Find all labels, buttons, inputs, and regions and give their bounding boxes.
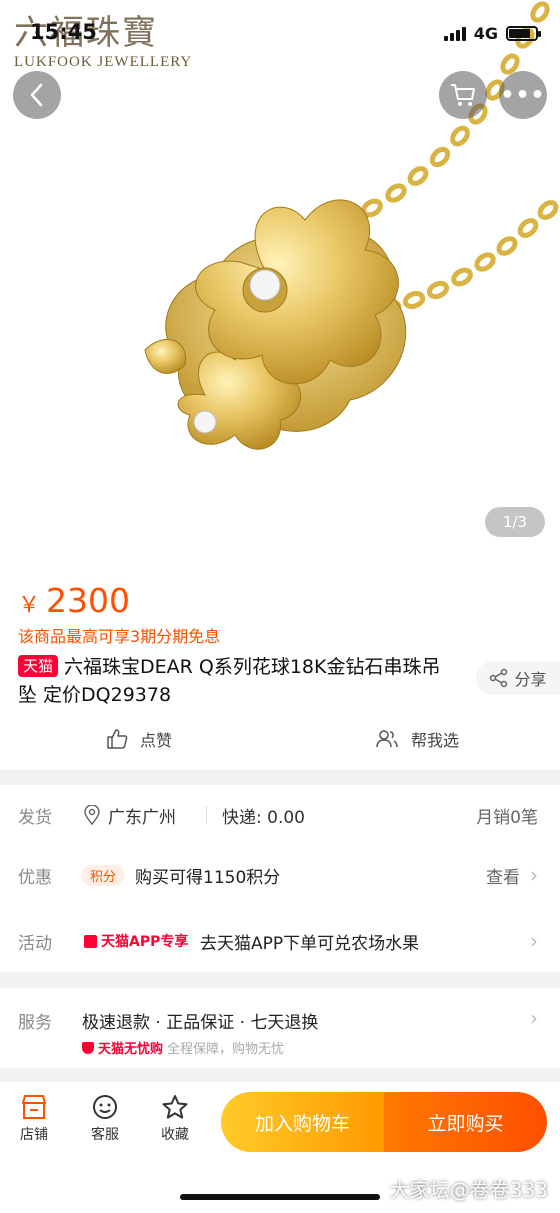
view-label: 查看 bbox=[486, 867, 520, 888]
service-row[interactable]: 服务 极速退款 · 正品保证 · 七天退换 天猫无忧购 全程保障，购物无忧 › bbox=[0, 988, 560, 1068]
installment-note: 该商品最高可享3期分期免息 bbox=[18, 627, 221, 646]
shipping-fee: 快递: 0.00 bbox=[222, 807, 305, 828]
favorite-tab[interactable]: 收藏 bbox=[145, 1094, 205, 1144]
tmall-tag: 天猫 bbox=[18, 655, 59, 677]
share-label: 分享 bbox=[514, 670, 547, 689]
product-title-text: 六福珠宝DEAR Q系列花球18K金钻石串珠吊坠 定价DQ29378 bbox=[18, 656, 441, 706]
status-indicators: 4G bbox=[443, 24, 541, 43]
price-value: 2300 bbox=[46, 581, 130, 620]
activity-text: 去天猫APP下单可兑农场水果 bbox=[200, 933, 420, 954]
tmall-app-tag: 天猫APP专享 bbox=[84, 931, 188, 951]
status-time: 15:45 bbox=[30, 20, 97, 44]
monthly-sales: 月销0笔 bbox=[476, 807, 538, 828]
favorite-tab-label: 收藏 bbox=[161, 1127, 189, 1143]
shop-tab[interactable]: 店铺 bbox=[4, 1094, 64, 1144]
signal-icon bbox=[443, 26, 466, 41]
share-icon bbox=[490, 668, 508, 688]
delivery-row: 发货 广东广州 快递: 0.00 月销0笔 bbox=[0, 785, 560, 845]
guarantee-text: 全程保障，购物无忧 bbox=[167, 1042, 285, 1057]
add-to-cart-button[interactable]: 加入购物车 bbox=[221, 1092, 384, 1152]
back-button[interactable] bbox=[13, 71, 61, 119]
delivery-label: 发货 bbox=[18, 807, 52, 828]
service-icon bbox=[93, 1095, 117, 1119]
product-title: 天猫 六福珠宝DEAR Q系列花球18K金钻石串珠吊坠 定价DQ29378 bbox=[18, 653, 458, 709]
bottom-action-bar: 店铺 客服 收藏 加入购物车 立即购买 大家坛@卷卷333 bbox=[0, 1082, 560, 1213]
back-icon bbox=[30, 83, 43, 107]
pendant bbox=[144, 199, 407, 450]
home-indicator[interactable] bbox=[180, 1194, 380, 1200]
price-currency: ￥ bbox=[18, 593, 41, 618]
promo-label: 优惠 bbox=[18, 867, 52, 888]
more-button[interactable]: ••• bbox=[499, 71, 547, 119]
chevron-right-icon: › bbox=[530, 929, 538, 953]
ship-from: 广东广州 bbox=[84, 803, 176, 828]
image-counter: 1/3 bbox=[485, 507, 545, 537]
service-items: 极速退款 · 正品保证 · 七天退换 bbox=[82, 1013, 319, 1033]
product-info: ￥ 2300 该商品最高可享3期分期免息 天猫 六福珠宝DEAR Q系列花球18K… bbox=[0, 565, 560, 770]
service-tab-label: 客服 bbox=[91, 1127, 119, 1143]
users-icon bbox=[376, 730, 398, 748]
promo-row[interactable]: 优惠 积分 购买可得1150积分 查看 › bbox=[0, 845, 560, 905]
like-button[interactable]: 点赞 bbox=[106, 727, 172, 751]
service-label: 服务 bbox=[18, 1013, 52, 1033]
like-label: 点赞 bbox=[140, 731, 173, 750]
tmall-app-tag-label: 天猫APP专享 bbox=[101, 934, 189, 950]
ship-location: 广东广州 bbox=[108, 807, 176, 828]
divider bbox=[206, 806, 207, 824]
more-icon: ••• bbox=[500, 82, 546, 108]
price: ￥ 2300 bbox=[18, 581, 130, 620]
chevron-right-icon: › bbox=[530, 863, 538, 887]
watermark: 大家坛@卷卷333 bbox=[389, 1178, 548, 1202]
activity-row[interactable]: 活动 天猫APP专享 去天猫APP下单可兑农场水果 › bbox=[0, 911, 560, 971]
points-text: 购买可得1150积分 bbox=[135, 867, 281, 888]
location-pin-icon bbox=[84, 805, 100, 825]
chevron-right-icon: › bbox=[530, 1006, 538, 1030]
share-button[interactable]: 分享 bbox=[476, 661, 560, 695]
help-choose-label: 帮我选 bbox=[411, 731, 460, 750]
shield-icon bbox=[82, 1041, 94, 1054]
help-choose-button[interactable]: 帮我选 bbox=[375, 727, 459, 751]
activity-more[interactable]: › bbox=[530, 929, 538, 953]
star-icon bbox=[162, 1095, 188, 1119]
cart-icon bbox=[451, 84, 475, 106]
cart-button[interactable] bbox=[439, 71, 487, 119]
shop-tab-label: 店铺 bbox=[20, 1127, 48, 1143]
purchase-buttons: 加入购物车 立即购买 bbox=[221, 1092, 547, 1152]
activity-label: 活动 bbox=[18, 933, 52, 954]
tmall-icon bbox=[84, 934, 97, 948]
battery-icon bbox=[506, 26, 541, 41]
network-label: 4G bbox=[473, 24, 498, 43]
service-tab[interactable]: 客服 bbox=[75, 1094, 135, 1144]
product-gallery[interactable]: 六福珠寶 LUKFOOK JEWELLERY 15:45 4G ••• 1/3 bbox=[0, 0, 560, 565]
points-badge: 积分 bbox=[82, 864, 125, 886]
thumbs-up-icon bbox=[107, 729, 128, 749]
promo-view[interactable]: 查看 › bbox=[486, 863, 538, 888]
guarantee-brand: 天猫无忧购 bbox=[98, 1042, 164, 1057]
buy-now-button[interactable]: 立即购买 bbox=[384, 1092, 547, 1152]
shop-icon bbox=[22, 1095, 46, 1119]
detail-rows: 发货 广东广州 快递: 0.00 月销0笔 优惠 积分 购买可得1150积分 查… bbox=[0, 785, 560, 972]
service-guarantee: 天猫无忧购 全程保障，购物无忧 bbox=[82, 1038, 284, 1057]
